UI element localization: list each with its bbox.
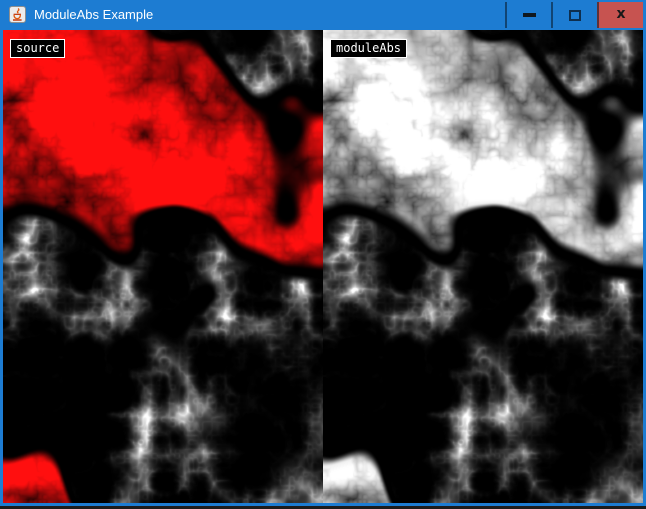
source-label: source <box>10 39 65 58</box>
source-noise-image <box>3 30 323 503</box>
minimize-button[interactable] <box>505 2 551 28</box>
java-app-icon <box>9 6 26 23</box>
window-controls: x <box>505 2 643 28</box>
panel-moduleabs: moduleAbs <box>323 30 643 503</box>
minimize-icon <box>523 13 536 17</box>
maximize-button[interactable] <box>551 2 597 28</box>
moduleabs-noise-image <box>323 30 643 503</box>
moduleabs-label: moduleAbs <box>330 39 407 58</box>
render-area: source moduleAbs <box>3 30 643 503</box>
app-window: ModuleAbs Example x source moduleAbs <box>0 0 646 509</box>
titlebar[interactable]: ModuleAbs Example x <box>0 0 646 30</box>
panel-source: source <box>3 30 323 503</box>
window-title: ModuleAbs Example <box>34 0 153 29</box>
close-icon: x <box>616 7 625 21</box>
close-button[interactable]: x <box>597 2 643 28</box>
maximize-icon <box>569 10 581 21</box>
